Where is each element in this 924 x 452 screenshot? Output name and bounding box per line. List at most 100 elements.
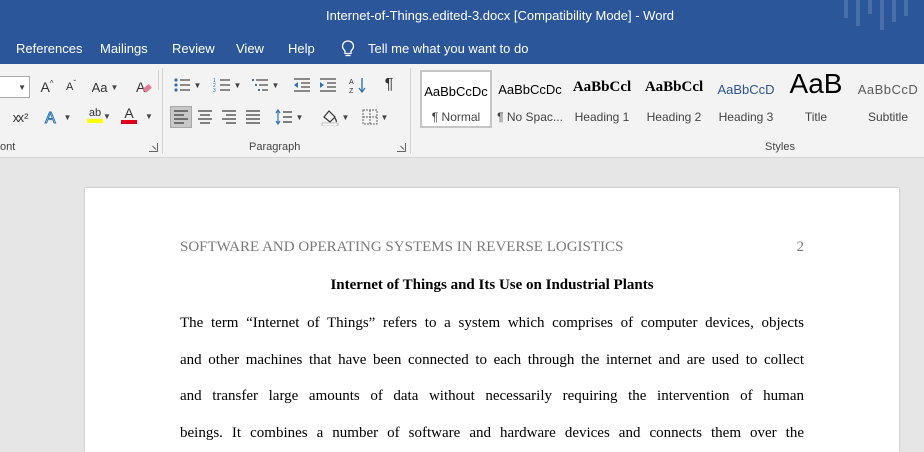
style-heading-3[interactable]: AaBbCcD Heading 3 bbox=[710, 70, 782, 128]
font-color-icon: A bbox=[124, 105, 134, 121]
justify-button[interactable] bbox=[242, 106, 264, 128]
borders-icon bbox=[362, 109, 378, 125]
style-preview: AaBbCcl bbox=[572, 79, 632, 95]
font-color-button[interactable]: A bbox=[116, 104, 142, 126]
sort-button[interactable]: A Z bbox=[346, 74, 370, 96]
tab-review[interactable]: Review bbox=[172, 41, 215, 56]
body-line: and other machines that have been connec… bbox=[180, 352, 804, 368]
text-effects-button[interactable]: A ▼ bbox=[40, 106, 74, 128]
chevron-down-icon: ▼ bbox=[18, 83, 26, 92]
style-preview: AaBbCcD bbox=[717, 82, 775, 97]
bullets-icon bbox=[173, 78, 190, 92]
grow-font-icon: A bbox=[40, 79, 50, 95]
chevron-down-icon[interactable]: ▼ bbox=[103, 112, 111, 121]
style-label: Heading 1 bbox=[574, 110, 630, 124]
font-size-dropdown[interactable]: ▼ bbox=[0, 76, 30, 98]
document-title: Internet of Things and Its Use on Indust… bbox=[330, 277, 654, 293]
style-label: Title bbox=[804, 110, 828, 124]
tab-mailings[interactable]: Mailings bbox=[100, 41, 148, 56]
font-dialog-launcher-icon[interactable] bbox=[149, 143, 158, 152]
superscript-button[interactable]: x² bbox=[12, 106, 34, 128]
paint-bucket-icon bbox=[321, 110, 338, 126]
multilevel-list-icon bbox=[251, 79, 268, 91]
style-heading-1[interactable]: AaBbCcl Heading 1 bbox=[566, 70, 638, 128]
tell-me-search[interactable]: Tell me what you want to do bbox=[368, 41, 528, 56]
lightbulb-icon[interactable] bbox=[340, 39, 356, 59]
style-label: ¶ Normal bbox=[431, 110, 481, 124]
page-number: 2 bbox=[796, 239, 805, 255]
shrink-font-button[interactable]: Aˇ bbox=[60, 76, 82, 98]
style-preview: AaBbCcDc bbox=[424, 84, 488, 99]
justify-icon bbox=[246, 110, 260, 124]
paragraph-dialog-launcher-icon[interactable] bbox=[397, 143, 406, 152]
svg-text:A: A bbox=[45, 110, 56, 126]
clear-formatting-button[interactable]: A bbox=[132, 76, 154, 98]
chevron-down-icon: ▼ bbox=[271, 80, 280, 90]
svg-text:3: 3 bbox=[213, 88, 216, 93]
grow-font-arrow: ^ bbox=[49, 78, 54, 88]
line-spacing-button[interactable]: ▼ bbox=[272, 106, 306, 128]
body-line: and transfer large amounts of data witho… bbox=[180, 388, 804, 404]
chevron-down-icon: ▼ bbox=[233, 80, 242, 90]
borders-button[interactable]: ▼ bbox=[358, 106, 392, 128]
show-formatting-marks-button[interactable]: ¶ bbox=[378, 74, 400, 96]
grow-font-button[interactable]: A ^ bbox=[36, 76, 58, 98]
align-center-button[interactable] bbox=[194, 106, 216, 128]
window-title: Internet-of-Things.edited-3.docx [Compat… bbox=[325, 8, 675, 23]
highlighter-icon: ab bbox=[88, 107, 102, 119]
styles-group-label: Styles bbox=[765, 141, 795, 153]
font-color-bar bbox=[121, 120, 137, 124]
chevron-down-icon: ▼ bbox=[110, 82, 119, 92]
tab-view[interactable]: View bbox=[236, 41, 264, 56]
chevron-down-icon: ▼ bbox=[295, 112, 304, 122]
numbering-icon: 123 bbox=[213, 78, 230, 93]
font-group-label: ont bbox=[0, 141, 16, 153]
chevron-down-icon: ▼ bbox=[193, 80, 202, 90]
svg-text:Z: Z bbox=[349, 88, 354, 94]
increase-indent-button[interactable] bbox=[316, 74, 340, 96]
align-left-icon bbox=[174, 110, 188, 124]
body-line: The term “Internet of Things” refers to … bbox=[180, 315, 804, 331]
style-preview: AaBbCcDc bbox=[498, 82, 562, 97]
tab-help[interactable]: Help bbox=[288, 41, 315, 56]
style-heading-2[interactable]: AaBbCcl Heading 2 bbox=[638, 70, 710, 128]
multilevel-list-button[interactable]: ▼ bbox=[248, 74, 282, 96]
decrease-indent-button[interactable] bbox=[290, 74, 314, 96]
shading-button[interactable]: ▼ bbox=[318, 106, 352, 128]
style-subtitle[interactable]: AaBbCcD Subtitle bbox=[852, 70, 924, 128]
body-line: beings. It combines a number of software… bbox=[180, 425, 804, 441]
paragraph-group-label: Paragraph bbox=[249, 141, 301, 153]
svg-text:A: A bbox=[136, 79, 146, 95]
title-bar: Internet-of-Things.edited-3.docx [Compat… bbox=[0, 0, 924, 34]
decrease-indent-icon bbox=[294, 78, 310, 92]
text-effects-icon: A bbox=[44, 110, 56, 127]
line-spacing-icon bbox=[275, 109, 292, 125]
style-label: Subtitle bbox=[867, 110, 909, 124]
numbering-button[interactable]: 123 ▼ bbox=[210, 74, 244, 96]
style-normal[interactable]: AaBbCcDc ¶ Normal bbox=[420, 70, 492, 128]
ribbon: ▼ A ^ Aˇ Aa ▼ A x x² A ▼ ab ▼ A ▼ ont ▼ … bbox=[0, 64, 924, 158]
shrink-font-icon: A bbox=[65, 81, 74, 93]
change-case-button[interactable]: Aa ▼ bbox=[88, 76, 122, 98]
title-bar-pattern-icon bbox=[844, 0, 908, 30]
align-left-button[interactable] bbox=[170, 106, 192, 128]
highlight-color-bar bbox=[87, 119, 103, 123]
running-head: SOFTWARE AND OPERATING SYSTEMS IN REVERS… bbox=[180, 239, 624, 255]
pilcrow-icon: ¶ bbox=[384, 76, 394, 93]
chevron-down-icon: ▼ bbox=[63, 112, 72, 122]
group-divider bbox=[410, 68, 411, 154]
shrink-font-arrow: ˇ bbox=[73, 78, 76, 88]
style-label: Heading 3 bbox=[718, 110, 774, 124]
tab-references[interactable]: References bbox=[16, 41, 82, 56]
chevron-down-icon: ▼ bbox=[341, 112, 350, 122]
increase-indent-icon bbox=[320, 78, 336, 92]
superscript-icon: x² bbox=[17, 109, 29, 125]
document-page[interactable]: SOFTWARE AND OPERATING SYSTEMS IN REVERS… bbox=[85, 188, 899, 452]
chevron-down-icon[interactable]: ▼ bbox=[145, 112, 153, 121]
divider bbox=[158, 70, 159, 90]
bullets-button[interactable]: ▼ bbox=[170, 74, 204, 96]
clear-formatting-icon: A bbox=[136, 79, 152, 95]
style-no-spacing[interactable]: AaBbCcDc ¶ No Spac... bbox=[494, 70, 566, 128]
align-right-button[interactable] bbox=[218, 106, 240, 128]
style-title[interactable]: AaB Title bbox=[780, 68, 852, 128]
